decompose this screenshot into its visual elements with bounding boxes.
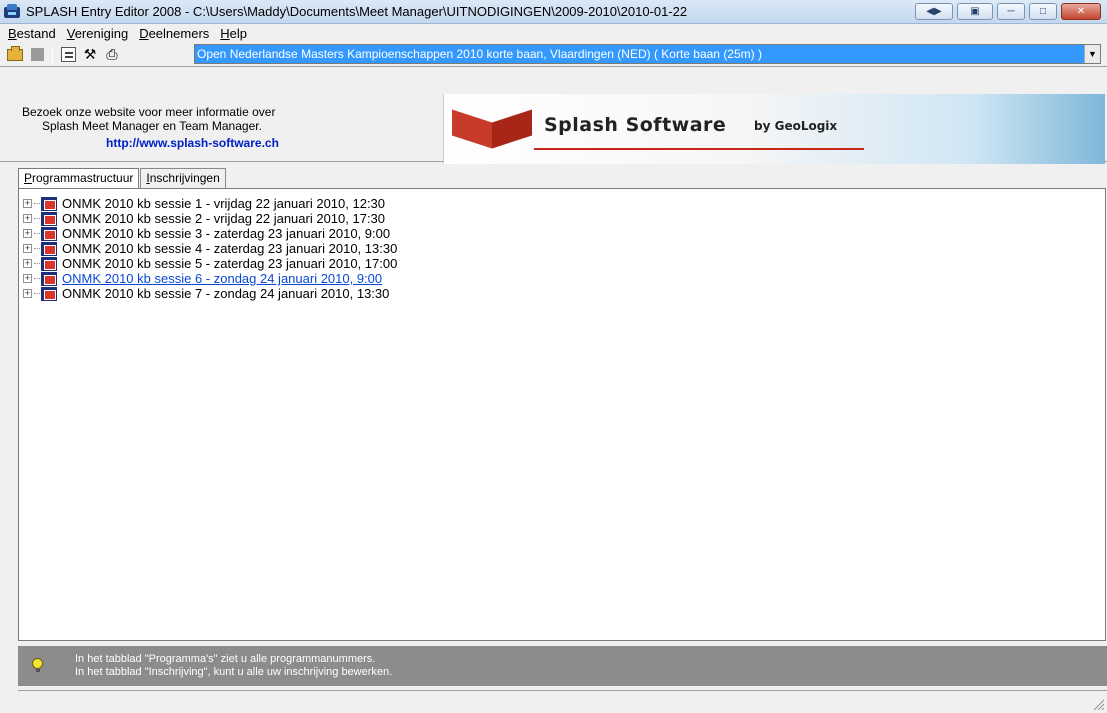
- app-icon: [4, 3, 22, 20]
- properties-button[interactable]: [57, 45, 79, 65]
- wrench-icon: ⚒: [83, 46, 97, 62]
- logo-name: Splash Software: [544, 114, 727, 136]
- session-icon: [41, 196, 57, 211]
- tree-row-session-4[interactable]: + ONMK 2010 kb sessie 4 - zaterdag 23 jan…: [23, 241, 1105, 256]
- status-bar: [18, 690, 1107, 713]
- close-button[interactable]: ✕: [1061, 3, 1101, 20]
- hint-bar: In het tabblad "Programma's" ziet u alle…: [18, 646, 1107, 686]
- tree-row-session-1[interactable]: + ONMK 2010 kb sessie 1 - vrijdag 22 janu…: [23, 196, 1105, 211]
- minimize-button[interactable]: ─: [997, 3, 1025, 20]
- session-label: ONMK 2010 kb sessie 7 - zondag 24 januar…: [62, 286, 390, 301]
- stop-icon: [30, 48, 44, 61]
- menu-help[interactable]: Help: [216, 26, 254, 41]
- session-label: ONMK 2010 kb sessie 1 - vrijdag 22 janua…: [62, 196, 386, 211]
- expand-icon[interactable]: +: [23, 244, 32, 253]
- tree-row-session-5[interactable]: + ONMK 2010 kb sessie 5 - zaterdag 23 jan…: [23, 256, 1105, 271]
- splash-logo-banner: Splash Software by GeoLogix: [443, 94, 1105, 164]
- session-icon: [41, 241, 57, 256]
- menu-deelnemers[interactable]: Deelnemers: [135, 26, 216, 41]
- printer-icon: ⎙: [106, 46, 118, 62]
- hint-line-1: In het tabblad "Programma's" ziet u alle…: [75, 653, 376, 665]
- expand-icon[interactable]: +: [23, 199, 32, 208]
- meet-select-value: Open Nederlandse Masters Kampioenschappe…: [195, 45, 1084, 63]
- logo-underline: [534, 148, 864, 150]
- hint-text: In het tabblad "Programma's" ziet u alle…: [75, 653, 392, 679]
- tools-button[interactable]: ⚒: [79, 45, 101, 65]
- toolbar: ⚒ ⎙ Open Nederlandse Masters Kampioensch…: [0, 43, 1107, 66]
- properties-icon: [60, 47, 76, 62]
- expand-icon[interactable]: +: [23, 229, 32, 238]
- expand-icon[interactable]: +: [23, 274, 32, 283]
- meet-select[interactable]: Open Nederlandse Masters Kampioenschappe…: [194, 44, 1101, 64]
- maximize-button[interactable]: □: [1029, 3, 1057, 20]
- session-icon: [41, 256, 57, 271]
- expand-icon[interactable]: +: [23, 289, 32, 298]
- banner-line-1: Bezoek onze website voor meer informatie…: [22, 105, 276, 119]
- lightbulb-icon: [32, 658, 43, 672]
- open-button[interactable]: [4, 45, 26, 65]
- website-link[interactable]: http://www.splash-software.ch: [22, 136, 279, 150]
- menu-vereniging[interactable]: Vereniging: [63, 26, 135, 41]
- disabled-button[interactable]: [26, 45, 48, 65]
- splash-logo-icon: [452, 108, 532, 150]
- session-icon: [41, 226, 57, 241]
- window-controls: ◀▶ ▣ ─ □ ✕: [915, 3, 1101, 20]
- session-label: ONMK 2010 kb sessie 3 - zaterdag 23 janu…: [62, 226, 391, 241]
- session-label: ONMK 2010 kb sessie 4 - zaterdag 23 janu…: [62, 241, 398, 256]
- restore-view-icon[interactable]: ▣: [957, 3, 993, 20]
- scroll-title-arrows-icon[interactable]: ◀▶: [915, 3, 953, 20]
- expand-icon[interactable]: +: [23, 214, 32, 223]
- hint-line-2: In het tabblad "Inschrijving", kunt u al…: [75, 666, 393, 678]
- session-label: ONMK 2010 kb sessie 2 - vrijdag 22 janua…: [62, 211, 386, 226]
- title-bar: SPLASH Entry Editor 2008 - C:\Users\Madd…: [0, 0, 1107, 24]
- toolbar-separator: [52, 45, 53, 64]
- menu-bar: Bestand Vereniging Deelnemers Help: [0, 24, 1107, 43]
- tab-programmastructuur[interactable]: Programmastructuur: [18, 168, 140, 189]
- session-label: ONMK 2010 kb sessie 5 - zaterdag 23 janu…: [62, 256, 398, 271]
- banner-info: Bezoek onze website voor meer informatie…: [22, 105, 279, 150]
- logo-by: by GeoLogix: [754, 119, 838, 133]
- tree-row-session-3[interactable]: + ONMK 2010 kb sessie 3 - zaterdag 23 jan…: [23, 226, 1105, 241]
- session-icon: [41, 211, 57, 226]
- banner-line-2: Splash Meet Manager en Team Manager.: [42, 119, 262, 133]
- window-title: SPLASH Entry Editor 2008 - C:\Users\Madd…: [26, 4, 688, 19]
- tab-inschrijvingen[interactable]: Inschrijvingen: [140, 168, 226, 188]
- session-icon: [41, 271, 57, 286]
- chevron-down-icon[interactable]: ▼: [1084, 45, 1100, 63]
- open-folder-icon: [7, 45, 23, 61]
- session-tree[interactable]: + ONMK 2010 kb sessie 1 - vrijdag 22 janu…: [18, 188, 1106, 641]
- menu-bestand[interactable]: Bestand: [4, 26, 63, 41]
- print-button[interactable]: ⎙: [101, 45, 123, 65]
- resize-grip-icon[interactable]: [1092, 698, 1104, 710]
- tab-strip: Programmastructuur Inschrijvingen: [18, 168, 227, 189]
- tree-row-session-7[interactable]: + ONMK 2010 kb sessie 7 - zondag 24 janua…: [23, 286, 1105, 301]
- session-icon: [41, 286, 57, 301]
- tree-row-session-6[interactable]: + ONMK 2010 kb sessie 6 - zondag 24 janua…: [23, 271, 1105, 286]
- tree-row-session-2[interactable]: + ONMK 2010 kb sessie 2 - vrijdag 22 janu…: [23, 211, 1105, 226]
- session-label: ONMK 2010 kb sessie 6 - zondag 24 januar…: [62, 271, 383, 286]
- expand-icon[interactable]: +: [23, 259, 32, 268]
- banner: Bezoek onze website voor meer informatie…: [0, 66, 1107, 164]
